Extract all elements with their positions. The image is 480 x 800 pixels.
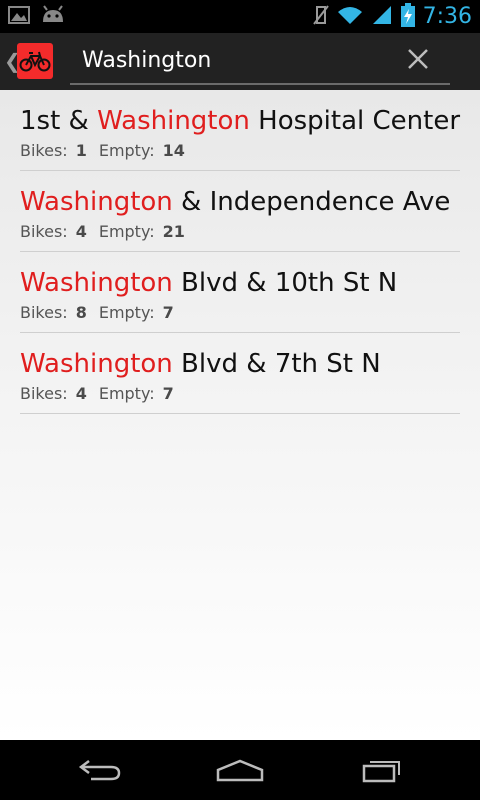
search-action-bar: ❮ Washington bbox=[0, 33, 480, 90]
no-vibrate-icon bbox=[312, 4, 329, 30]
station-name-match: Washington bbox=[97, 106, 250, 136]
results-content: 1st & Washington Hospital Center Bikes: 1… bbox=[0, 90, 480, 740]
android-icon bbox=[40, 5, 66, 29]
clock: 7:36 bbox=[422, 4, 472, 29]
bikes-label: Bikes: bbox=[20, 303, 68, 322]
empty-count: 14 bbox=[162, 141, 185, 160]
recents-icon bbox=[362, 761, 400, 783]
close-icon bbox=[408, 49, 428, 69]
station-name-after: Hospital Center bbox=[249, 106, 461, 136]
station-stats: Bikes: 8 Empty: 7 bbox=[20, 303, 186, 323]
bikes-label: Bikes: bbox=[20, 141, 68, 160]
recents-button[interactable] bbox=[356, 754, 408, 786]
clear-search-button[interactable] bbox=[404, 45, 432, 73]
station-name-after: Blvd & 10th St N bbox=[172, 268, 398, 298]
station-name-match: Washington bbox=[20, 268, 173, 298]
station-name: Washington & Independence Ave bbox=[20, 187, 450, 217]
bikes-count: 8 bbox=[75, 303, 87, 322]
navigation-bar bbox=[0, 740, 480, 800]
back-button[interactable] bbox=[74, 754, 126, 786]
station-stats: Bikes: 1 Empty: 14 bbox=[20, 141, 197, 161]
empty-label: Empty: bbox=[98, 384, 155, 403]
station-stats: Bikes: 4 Empty: 21 bbox=[20, 222, 197, 242]
station-name-before: 1st & bbox=[20, 106, 98, 136]
station-stats: Bikes: 4 Empty: 7 bbox=[20, 384, 186, 404]
empty-label: Empty: bbox=[98, 222, 155, 241]
system-icons: 7:36 bbox=[312, 3, 472, 31]
empty-count: 7 bbox=[162, 303, 174, 322]
station-name-match: Washington bbox=[20, 187, 173, 217]
home-icon bbox=[216, 759, 264, 782]
gallery-icon bbox=[8, 5, 30, 29]
empty-label: Empty: bbox=[98, 141, 155, 160]
station-name: Washington Blvd & 7th St N bbox=[20, 349, 381, 379]
bikes-count: 4 bbox=[75, 222, 87, 241]
station-list: 1st & Washington Hospital Center Bikes: 1… bbox=[20, 90, 460, 414]
station-name: 1st & Washington Hospital Center bbox=[20, 106, 460, 136]
wifi-icon bbox=[337, 4, 363, 30]
app-icon[interactable] bbox=[17, 43, 53, 79]
station-name-after: & Independence Ave bbox=[172, 187, 451, 217]
bikes-count: 1 bbox=[75, 141, 87, 160]
bikes-label: Bikes: bbox=[20, 222, 68, 241]
bikes-label: Bikes: bbox=[20, 384, 68, 403]
empty-label: Empty: bbox=[98, 303, 155, 322]
bicycle-icon bbox=[19, 51, 51, 72]
status-bar: 7:36 bbox=[0, 0, 480, 33]
bikes-count: 4 bbox=[75, 384, 87, 403]
notification-icons bbox=[8, 5, 66, 29]
station-name: Washington Blvd & 10th St N bbox=[20, 268, 397, 298]
station-list-item[interactable]: Washington Blvd & 7th St N Bikes: 4 Empty:… bbox=[20, 333, 460, 414]
search-input[interactable]: Washington bbox=[82, 48, 211, 74]
battery-charging-icon bbox=[400, 3, 415, 31]
home-button[interactable] bbox=[214, 754, 266, 786]
station-name-after: Blvd & 7th St N bbox=[172, 349, 381, 379]
back-icon bbox=[78, 760, 121, 781]
station-list-item[interactable]: 1st & Washington Hospital Center Bikes: 1… bbox=[20, 90, 460, 171]
station-name-match: Washington bbox=[20, 349, 173, 379]
station-list-item[interactable]: Washington & Independence Ave Bikes: 4 Emp… bbox=[20, 171, 460, 252]
search-field[interactable]: Washington bbox=[70, 37, 450, 85]
station-list-item[interactable]: Washington Blvd & 10th St N Bikes: 8 Empty… bbox=[20, 252, 460, 333]
signal-icon bbox=[371, 4, 393, 30]
empty-count: 21 bbox=[162, 222, 185, 241]
empty-count: 7 bbox=[162, 384, 174, 403]
